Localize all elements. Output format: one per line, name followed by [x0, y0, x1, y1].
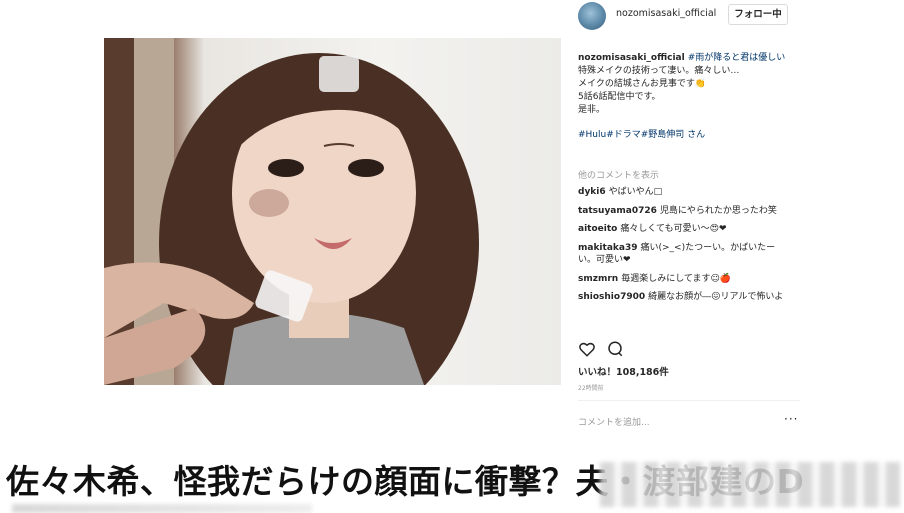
watermark-blur	[600, 462, 900, 507]
caption-line: メイクの結城さんお見事です👏	[578, 79, 707, 89]
comment-item: shioshio7900 綺麗なお顔が―😖リアルで怖いよ	[578, 291, 788, 304]
comment-item: makitaka39 痛い(>_<)たつーい。かばいたーい。可愛い❤	[578, 242, 788, 267]
post-actions	[578, 340, 798, 360]
like-count[interactable]: いいね！108,186件	[578, 364, 669, 378]
view-more-comments-link[interactable]: 他のコメントを表示	[578, 168, 659, 181]
heart-icon[interactable]	[578, 340, 596, 358]
comment-list: dyki6 やばいやん□ tatsuyama0726 児島にやられたか思ったわ笑 a…	[578, 186, 788, 310]
comment-text: 痛々しくても可愛い〜😍❤	[620, 224, 727, 234]
follow-button[interactable]: フォロー中	[728, 4, 788, 25]
more-options-icon[interactable]: ···	[784, 412, 798, 426]
comment-item: tatsuyama0726 児島にやられたか思ったわ笑	[578, 205, 788, 218]
comment-username[interactable]: aitoeito	[578, 224, 617, 234]
caption-tags[interactable]: #Hulu#ドラマ#野島伸司 さん	[578, 129, 798, 142]
post-photo[interactable]	[104, 38, 561, 385]
divider	[578, 400, 800, 401]
post-timestamp: 22時間前	[578, 385, 604, 392]
comment-item: dyki6 やばいやん□	[578, 186, 788, 199]
comment-icon[interactable]	[606, 340, 624, 358]
comment-username[interactable]: tatsuyama0726	[578, 206, 657, 216]
portrait-illustration	[104, 38, 479, 385]
comment-text: 毎週楽しみにしてます☺🍎	[621, 273, 732, 284]
comment-username[interactable]: shioshio7900	[578, 292, 645, 302]
add-comment-input[interactable]: コメントを追加...	[578, 415, 650, 428]
avatar-icon[interactable]	[578, 2, 606, 30]
caption-line: 特殊メイクの技術って凄い。痛々しい…	[578, 66, 740, 76]
subtitle-blur	[12, 504, 312, 513]
post-header: nozomisasaki_official フォロー中	[578, 2, 804, 30]
comment-text: やばいやん□	[608, 187, 663, 197]
post-caption: nozomisasaki_official #雨が降ると君は優しい 特殊メイクの技…	[578, 52, 798, 142]
comment-item: smzmrn 毎週楽しみにしてます☺🍎	[578, 273, 788, 286]
comment-username[interactable]: dyki6	[578, 187, 606, 197]
post-username[interactable]: nozomisasaki_official	[616, 8, 716, 19]
comment-text: 児島にやられたか思ったわ笑	[659, 205, 777, 216]
caption-username[interactable]: nozomisasaki_official	[578, 53, 685, 63]
caption-hashtag-title[interactable]: #雨が降ると君は優しい	[688, 53, 786, 63]
caption-line: 5話6話配信中です。	[578, 92, 661, 102]
comment-username[interactable]: smzmrn	[578, 274, 618, 284]
comment-text: 綺麗なお顔が―😖リアルで怖いよ	[648, 292, 784, 302]
caption-line: 是非。	[578, 105, 606, 115]
comment-item: aitoeito 痛々しくても可愛い〜😍❤	[578, 223, 788, 236]
comment-username[interactable]: makitaka39	[578, 243, 637, 253]
